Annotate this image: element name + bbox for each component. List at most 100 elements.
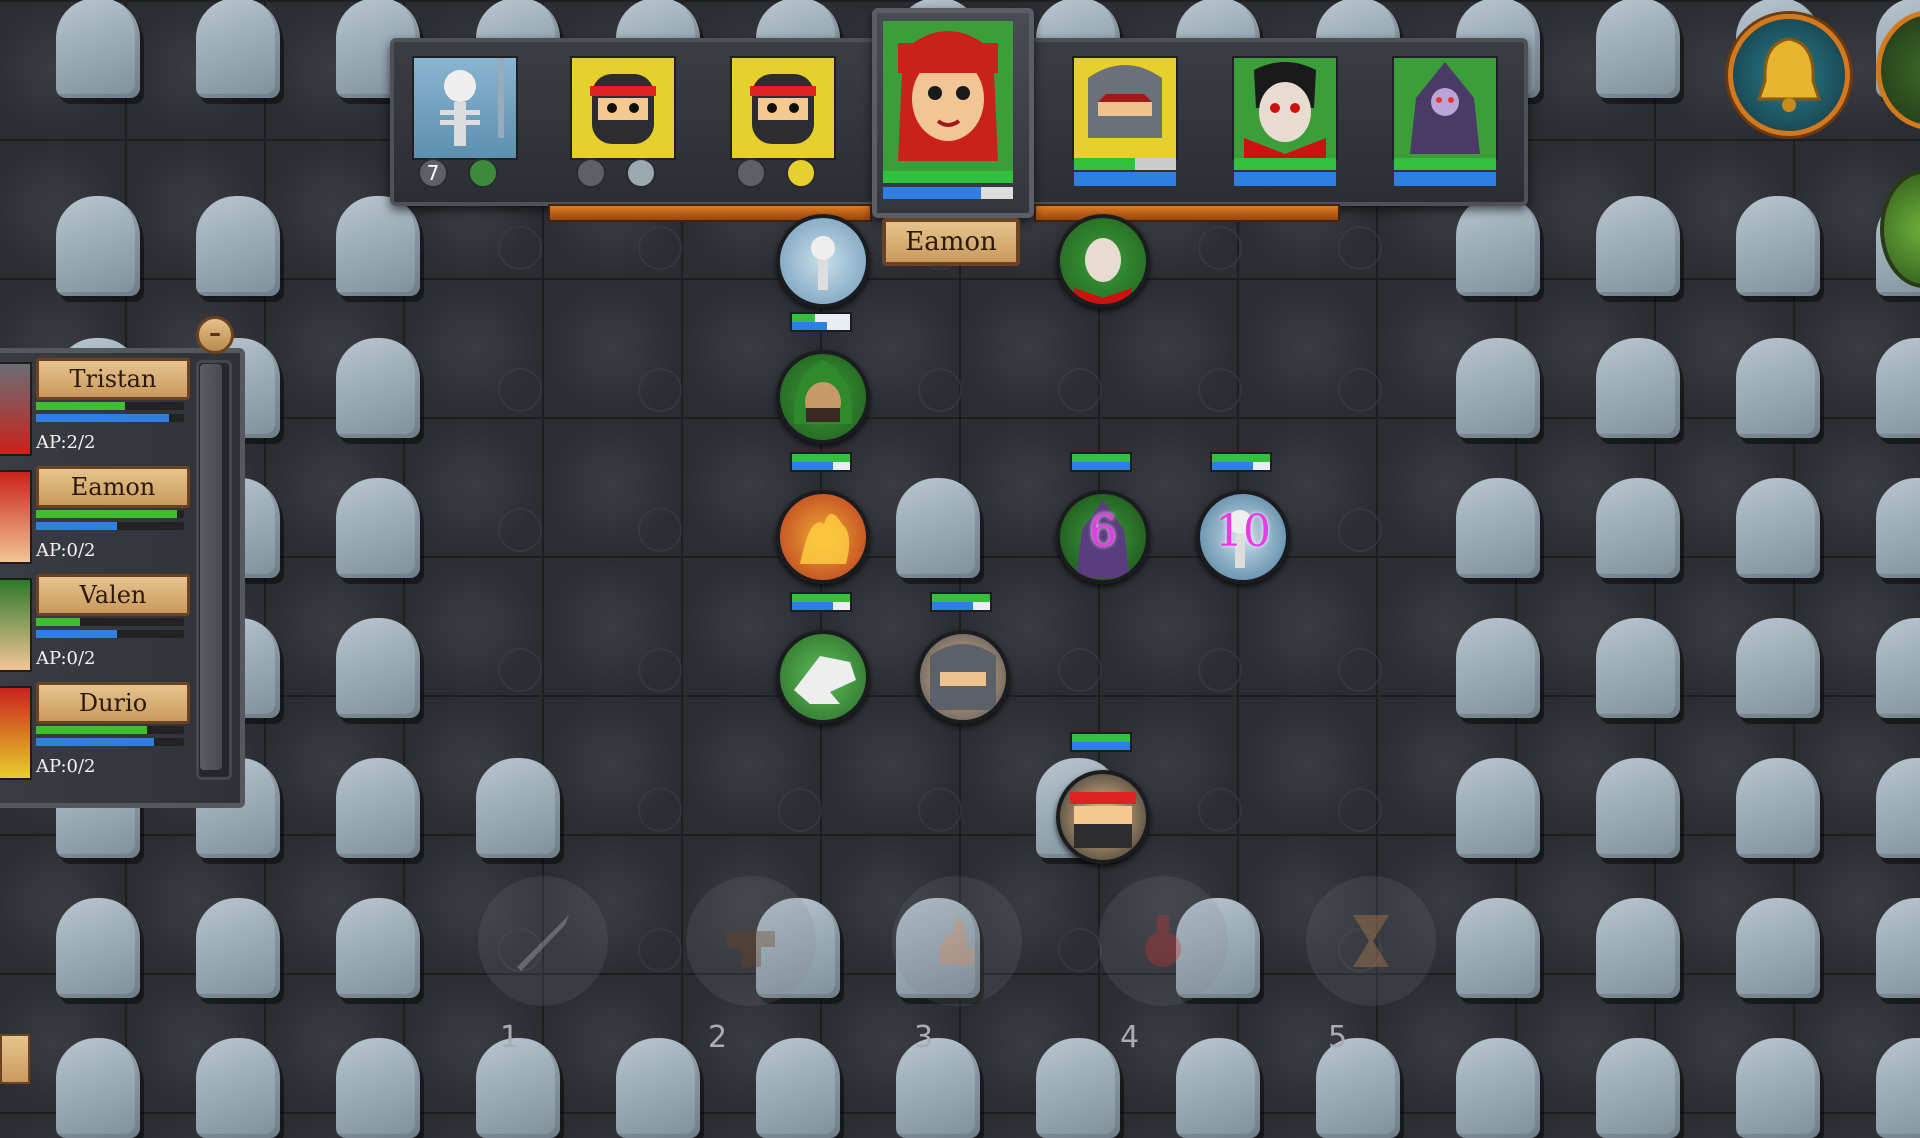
floor-tile-emblem	[1338, 368, 1382, 412]
tombstone	[1456, 338, 1540, 438]
turn-portrait-knight[interactable]	[1072, 56, 1178, 186]
floor-tile-emblem	[1338, 648, 1382, 692]
stack-count: 6	[1089, 506, 1117, 557]
health-bar	[790, 312, 852, 332]
tombstone	[336, 478, 420, 578]
notifications-bell-button[interactable]	[1728, 14, 1850, 136]
unit-token-ninja-red[interactable]	[1056, 770, 1150, 864]
tombstone	[896, 478, 980, 578]
party-member-name: Durio	[36, 682, 190, 724]
turn-portrait-ninja-1[interactable]	[570, 56, 676, 188]
left-edge-tab[interactable]	[0, 1034, 30, 1084]
party-member-tristan[interactable]: Tristan AP:2/2	[0, 358, 190, 464]
party-member-name: Eamon	[36, 466, 190, 508]
unit-token-lich[interactable]: 6	[1056, 490, 1150, 584]
floor-tile-emblem	[1198, 368, 1242, 412]
floor-tile-emblem	[498, 226, 542, 270]
tombstone	[1456, 618, 1540, 718]
tombstone	[336, 618, 420, 718]
tombstone	[1456, 478, 1540, 578]
tombstone	[196, 196, 280, 296]
collapse-panel-button[interactable]: –	[196, 316, 234, 354]
floor-tile-emblem	[1338, 226, 1382, 270]
party-hp-bar	[36, 726, 184, 734]
lich-hp-bar	[1394, 158, 1496, 170]
tombstone	[1596, 478, 1680, 578]
party-ap-text: AP:2/2	[36, 432, 96, 453]
bell-icon	[1756, 37, 1822, 112]
tombstone	[1456, 1038, 1540, 1138]
ranger-mini-icon	[468, 158, 498, 188]
tombstone	[1596, 898, 1680, 998]
floor-tile-emblem	[498, 648, 542, 692]
lich-mp-bar	[1394, 172, 1496, 186]
unit-token-ninja-gray[interactable]	[916, 630, 1010, 724]
tombstone	[56, 1038, 140, 1138]
party-mp-bar	[36, 630, 184, 638]
knight-icon	[1088, 65, 1162, 138]
floor-tile-emblem	[498, 368, 542, 412]
health-bar	[790, 452, 852, 472]
floor-tile-emblem	[1198, 648, 1242, 692]
party-member-durio[interactable]: Durio AP:0/2	[0, 682, 190, 788]
health-bar	[1070, 732, 1132, 752]
unit-token-hooded-ranger[interactable]	[776, 350, 870, 444]
party-scroll-thumb[interactable]	[200, 364, 222, 770]
unit-token-fire-mage[interactable]	[776, 490, 870, 584]
tombstone	[756, 1038, 840, 1138]
lich-icon	[1410, 62, 1480, 154]
floor-tile-emblem	[918, 788, 962, 832]
ninja-mini-icon	[786, 158, 816, 188]
party-ap-text: AP:0/2	[36, 756, 96, 777]
floor-tile-emblem	[1058, 368, 1102, 412]
active-unit-card[interactable]	[872, 8, 1034, 218]
hotbar-slot-2[interactable]	[686, 876, 816, 1006]
tombstone	[616, 1038, 700, 1138]
tombstone	[196, 1038, 280, 1138]
tombstone	[1876, 898, 1920, 998]
hotbar-number: 2	[708, 1020, 728, 1055]
party-mp-bar	[36, 414, 184, 422]
floor-tile-emblem	[1338, 788, 1382, 832]
turn-portrait-skeleton[interactable]: 7	[412, 56, 518, 188]
party-hp-bar	[36, 510, 184, 518]
tombstone	[1596, 196, 1680, 296]
hotbar-slot-5[interactable]	[1306, 876, 1436, 1006]
floor-tile-emblem	[638, 788, 682, 832]
ninja-icon	[1070, 792, 1136, 848]
tombstone	[1876, 478, 1920, 578]
tombstone	[1736, 618, 1820, 718]
tombstone	[196, 0, 280, 98]
unit-token-vampire[interactable]	[1056, 214, 1150, 308]
tombstone	[336, 196, 420, 296]
dragon-skull-icon	[794, 656, 856, 704]
tombstone	[336, 758, 420, 858]
turn-portrait-lich[interactable]	[1392, 56, 1498, 186]
skeleton-icon	[811, 236, 835, 290]
tombstone	[1456, 758, 1540, 858]
floor-tile-emblem	[1198, 226, 1242, 270]
turn-portrait-ninja-2[interactable]	[730, 56, 836, 188]
unit-token-dragon-skeleton[interactable]	[776, 630, 870, 724]
vampire-mp-bar	[1234, 172, 1336, 186]
turn-portrait-vampire[interactable]	[1232, 56, 1338, 186]
tombstone	[56, 898, 140, 998]
hood-icon	[793, 360, 853, 424]
unit-token-skeleton-ally[interactable]	[776, 214, 870, 308]
durio-portrait-icon	[0, 686, 32, 780]
hotbar-slot-3[interactable]	[892, 876, 1022, 1006]
unit-token-skeleton-enemy[interactable]: 10	[1196, 490, 1290, 584]
party-member-eamon[interactable]: Eamon AP:0/2	[0, 466, 190, 572]
party-member-valen[interactable]: Valen AP:0/2	[0, 574, 190, 680]
tombstone	[336, 1038, 420, 1138]
hotbar-slot-4[interactable]	[1098, 876, 1228, 1006]
party-member-name: Valen	[36, 574, 190, 616]
knight-hp-bar	[1074, 158, 1176, 170]
health-bar	[790, 592, 852, 612]
hotbar-slot-1[interactable]	[478, 876, 608, 1006]
tombstone	[1876, 758, 1920, 858]
party-ap-text: AP:0/2	[36, 648, 96, 669]
floor-tile-emblem	[638, 648, 682, 692]
vampire-icon	[1074, 238, 1132, 304]
tombstone	[1596, 0, 1680, 98]
